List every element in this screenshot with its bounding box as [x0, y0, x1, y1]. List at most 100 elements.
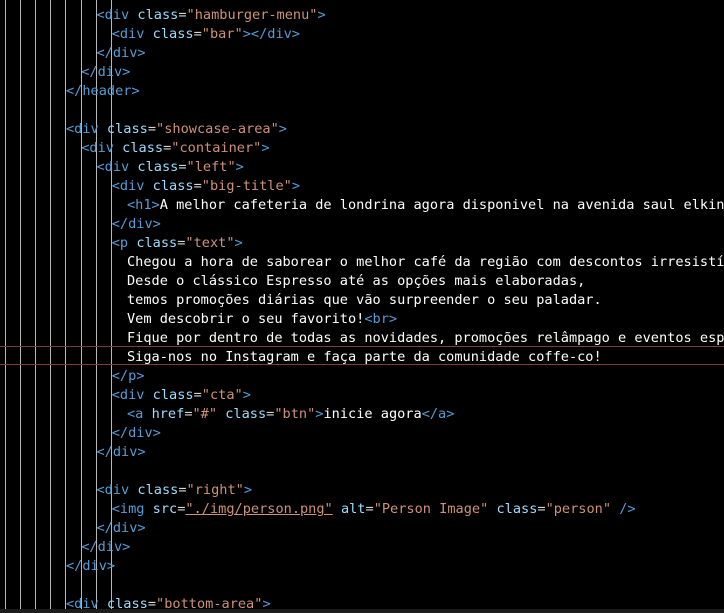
code-token: </div> [111, 425, 161, 441]
code-token: alt [340, 501, 366, 517]
code-editor[interactable]: <div class="hamburger-menu"> <div class="… [0, 0, 724, 613]
code-line[interactable]: <div class="cta"> [112, 386, 251, 405]
code-token: <div [96, 482, 138, 498]
code-line[interactable]: <div class="showcase-area"> [66, 120, 287, 139]
code-token: <br> [364, 311, 398, 327]
code-line[interactable]: </header> [66, 82, 140, 101]
code-token: "left" [186, 159, 236, 175]
code-token: "hamburger-menu" [186, 7, 318, 23]
code-token: ></div> [242, 26, 300, 42]
code-token: </header> [66, 83, 140, 99]
code-line[interactable]: </div> [112, 424, 161, 443]
code-token: "showcase-area" [156, 121, 279, 137]
code-line[interactable]: <div class="left"> [97, 158, 244, 177]
code-token: href [151, 406, 185, 422]
code-token: "btn" [274, 406, 316, 422]
code-token: </div> [96, 45, 146, 61]
code-token: </div> [81, 539, 131, 555]
code-token: class [152, 178, 194, 194]
indent-guide [35, 0, 36, 613]
code-line[interactable]: <a href="#" class="btn">inicie agora</a> [127, 405, 454, 424]
code-line[interactable]: <div class="bar"></div> [112, 25, 300, 44]
code-line[interactable]: Chegou a hora de saborear o melhor café … [127, 253, 724, 272]
code-line[interactable]: <p class="text"> [112, 234, 243, 253]
code-token: <div [111, 26, 153, 42]
code-line[interactable]: </div> [97, 44, 146, 63]
code-token: /> [619, 501, 636, 517]
code-token: "big-title" [201, 178, 292, 194]
code-token: = [184, 406, 193, 422]
code-token: </a> [421, 406, 455, 422]
code-token: </p> [111, 368, 145, 384]
code-token: > [278, 121, 287, 137]
code-line[interactable]: </div> [66, 557, 115, 576]
code-token: class [137, 159, 179, 175]
indent-guide [20, 0, 21, 613]
code-token: Fique por dentro de todas as novidades, … [127, 330, 724, 346]
code-token: class [225, 406, 267, 422]
code-line[interactable]: </div> [112, 215, 161, 234]
code-token: </div> [81, 64, 131, 80]
code-token: > [317, 7, 326, 23]
code-token: "text" [185, 235, 235, 251]
code-token: class [152, 26, 194, 42]
code-token: class [152, 387, 194, 403]
code-token: Siga-nos no Instagram e faça parte da co… [127, 349, 602, 365]
code-line[interactable]: <div class="right"> [97, 481, 253, 500]
code-token: > [243, 482, 253, 498]
code-token: "Person Image" [373, 501, 489, 517]
code-token: A melhor cafeteria de londrina agora dis… [159, 197, 724, 213]
code-token: "./img/person.png" [185, 501, 333, 517]
code-token: <div [96, 159, 138, 175]
code-token: class [137, 7, 179, 23]
code-line[interactable]: Fique por dentro de todas as novidades, … [127, 329, 724, 348]
code-token: = [537, 501, 546, 517]
code-token: <h1> [127, 197, 160, 213]
code-token: <div [111, 178, 153, 194]
code-line[interactable]: Desde o clássico Espresso até as opções … [127, 272, 585, 291]
code-token: "person" [545, 501, 612, 517]
code-token: = [365, 501, 374, 517]
code-line[interactable]: </div> [97, 443, 146, 462]
code-line[interactable]: <div class="hamburger-menu"> [97, 6, 326, 25]
code-token: = [193, 26, 202, 42]
code-token: > [261, 140, 270, 156]
code-token: src [152, 501, 178, 517]
code-token: Vem descobrir o seu favorito! [127, 311, 365, 327]
code-line[interactable]: Vem descobrir o seu favorito!<br> [127, 310, 397, 329]
code-token: = [178, 7, 187, 23]
code-token: <p [111, 235, 137, 251]
code-token: = [178, 482, 187, 498]
code-line[interactable]: </div> [81, 63, 130, 82]
code-line[interactable]: <div class="big-title"> [112, 177, 300, 196]
code-line[interactable]: <img src="./img/person.png" alt="Person … [112, 500, 636, 519]
code-token: > [235, 159, 244, 175]
code-line[interactable]: <h1>A melhor cafeteria de londrina agora… [127, 196, 724, 215]
code-token: Desde o clássico Espresso até as opções … [127, 273, 586, 289]
code-token: <div [96, 7, 138, 23]
code-token: "#" [192, 406, 218, 422]
code-line[interactable]: Siga-nos no Instagram e faça parte da co… [127, 348, 602, 367]
code-token: class [496, 501, 538, 517]
code-token: <div [111, 387, 153, 403]
code-line[interactable]: </div> [81, 538, 130, 557]
code-token: = [178, 159, 187, 175]
code-token: "bar" [201, 26, 243, 42]
code-token: = [193, 387, 202, 403]
code-token: > [291, 178, 300, 194]
indent-guide [50, 0, 51, 613]
code-line[interactable]: temos promoções diárias que vão surpreen… [127, 291, 602, 310]
code-token: <img [111, 501, 153, 517]
code-token: </div> [111, 216, 161, 232]
code-token: class [122, 140, 164, 156]
code-token: Chegou a hora de saborear o melhor café … [127, 254, 724, 270]
code-line[interactable]: </p> [112, 367, 145, 386]
code-token: </div> [96, 520, 146, 536]
code-token: temos promoções diárias que vão surpreen… [127, 292, 602, 308]
code-token: > [242, 387, 251, 403]
code-line[interactable]: <div class="container"> [81, 139, 269, 158]
code-line[interactable]: </div> [97, 519, 146, 538]
code-token: inicie agora [323, 406, 422, 422]
code-token: <div [66, 121, 107, 137]
horizontal-scrollbar[interactable] [0, 609, 724, 613]
